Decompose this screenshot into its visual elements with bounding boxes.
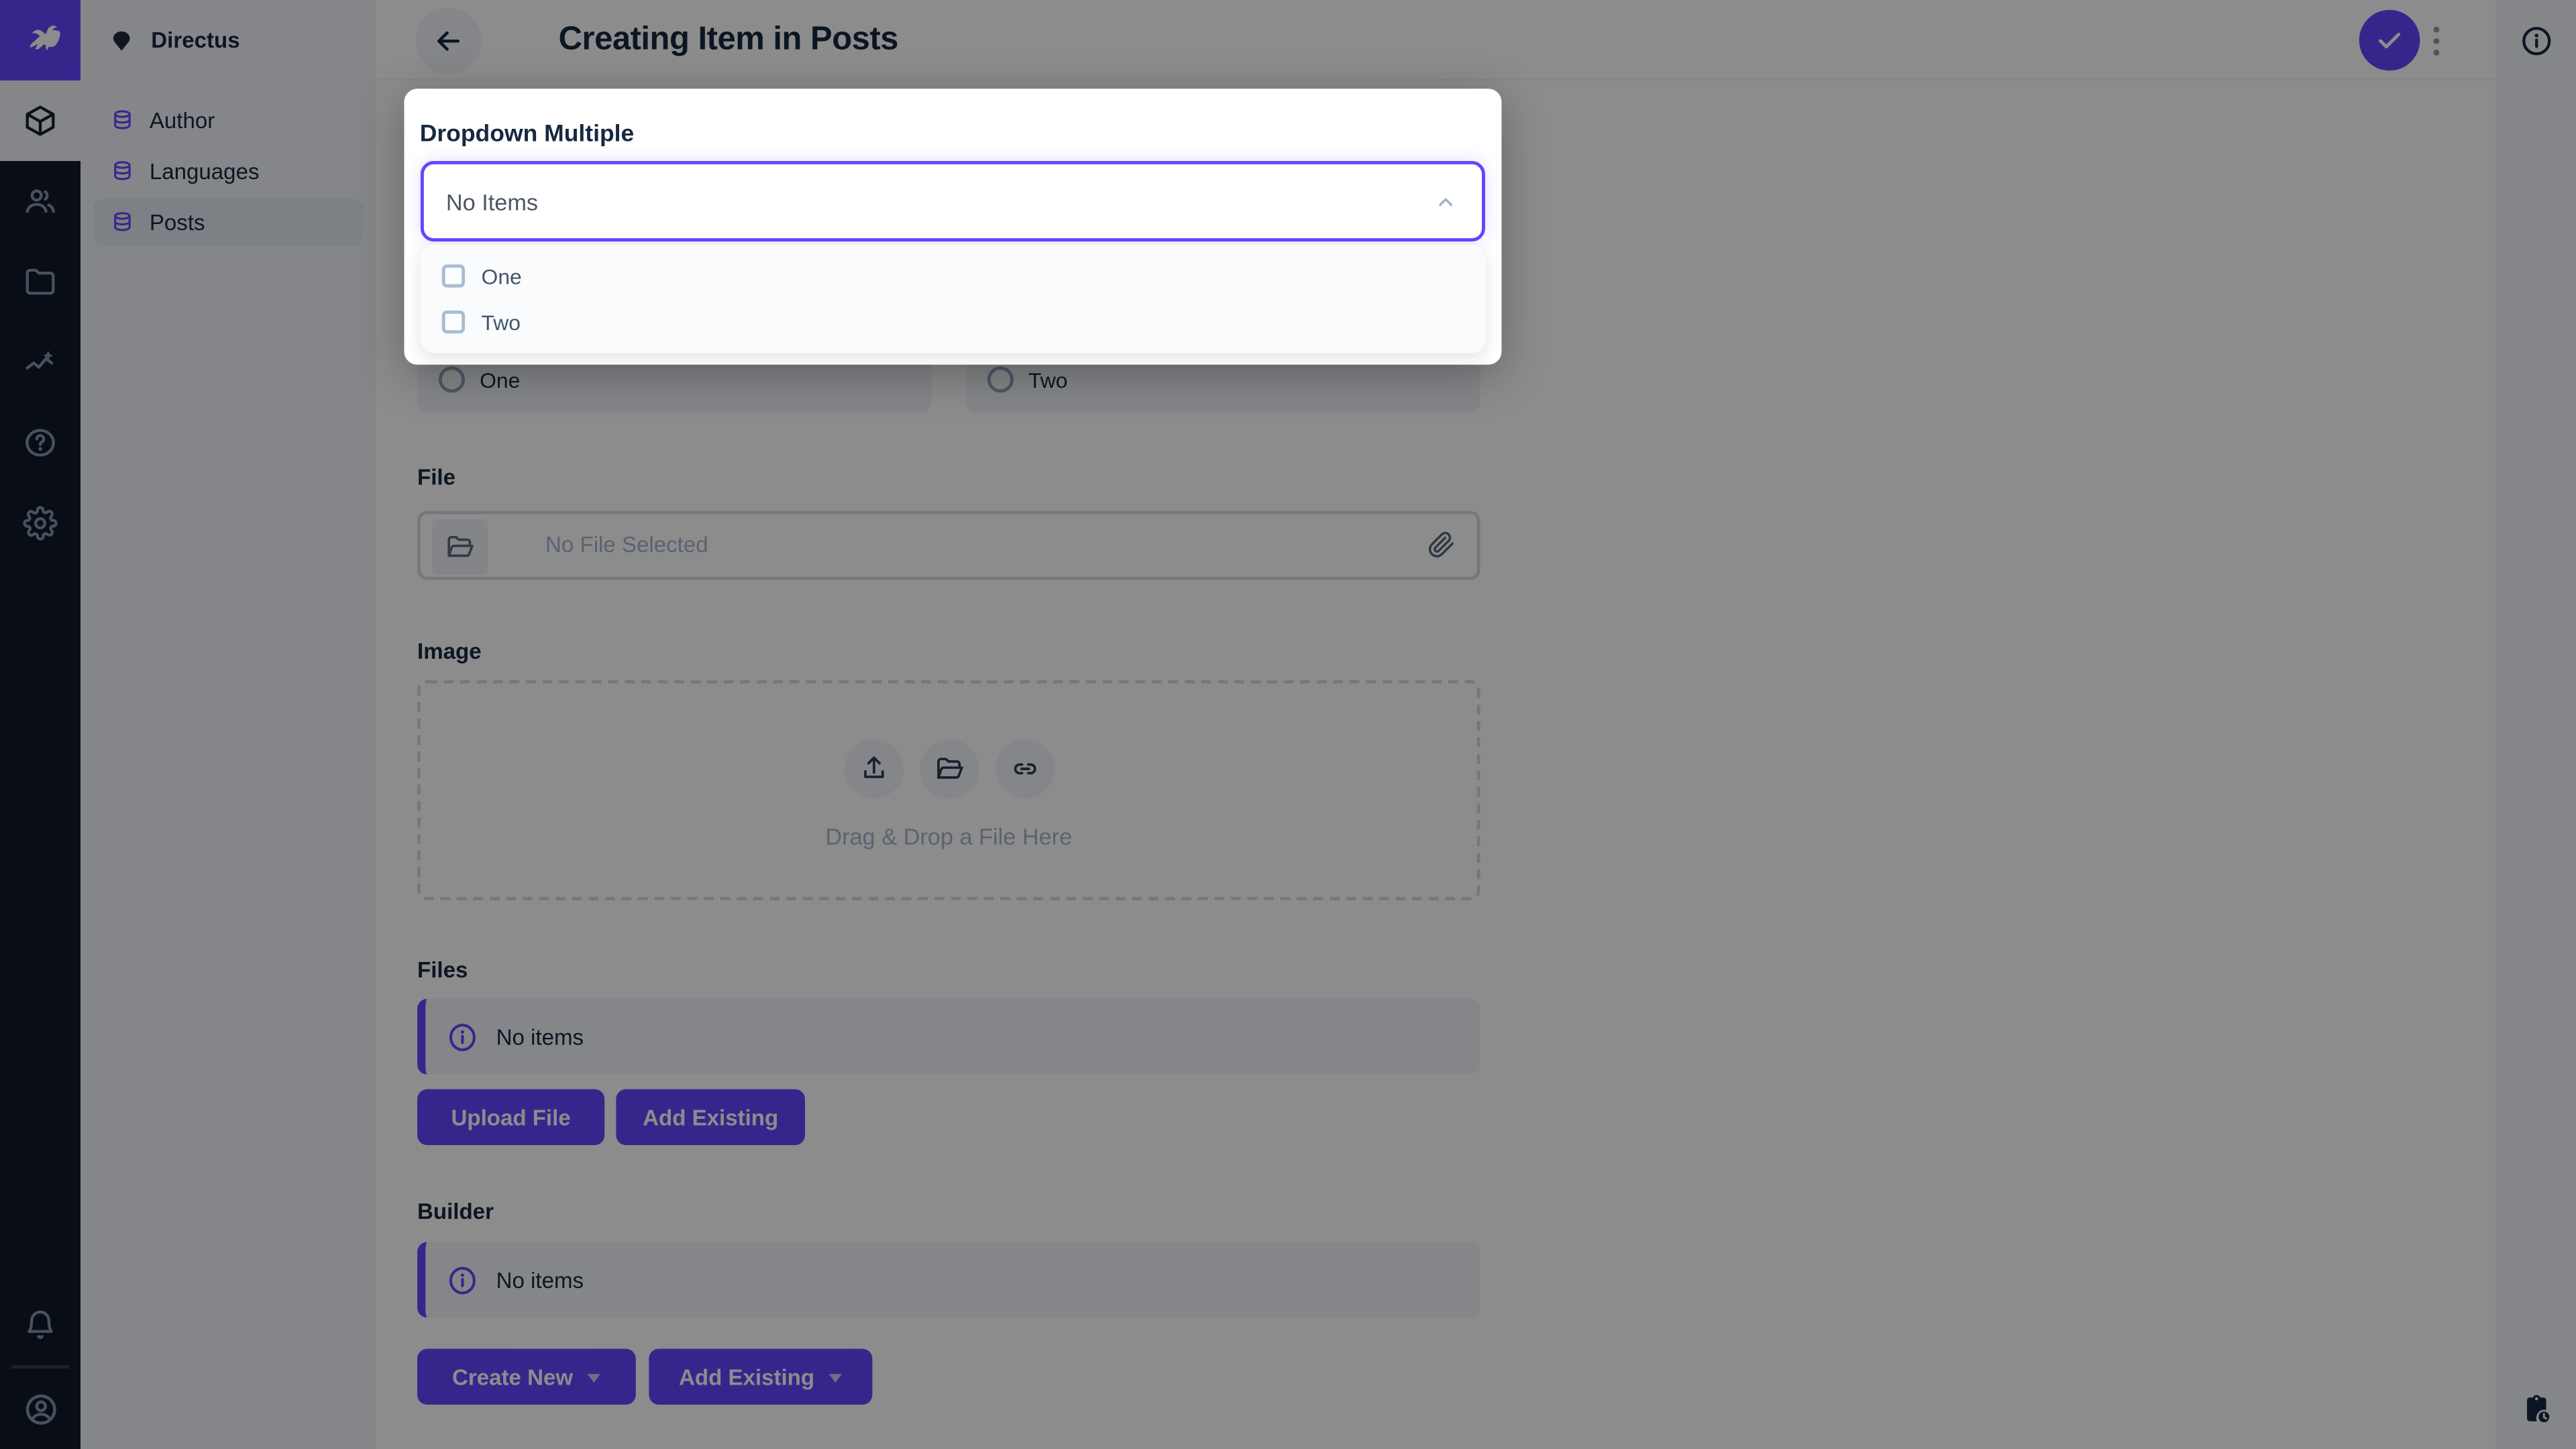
checkbox-icon[interactable] [441,264,466,288]
dropdown-field-label: Dropdown Multiple [419,121,635,148]
dropdown-option-one[interactable]: One [420,253,1485,299]
dropdown-multiple-field-card: Dropdown Multiple No Items One Two [403,88,1501,364]
dropdown-option-two[interactable]: Two [420,299,1485,345]
dropdown-option-label: One [481,264,522,288]
dropdown-options-menu: One Two [419,244,1485,354]
dropdown-option-label: Two [481,309,521,335]
dropdown-multiple-select[interactable]: No Items [419,161,1485,241]
dropdown-selected-value: No Items [445,188,539,215]
checkbox-icon[interactable] [441,310,466,334]
chevron-up-icon [1432,188,1458,214]
directus-app-window: Creating Item in Posts One Two File No F… [0,0,2576,1449]
